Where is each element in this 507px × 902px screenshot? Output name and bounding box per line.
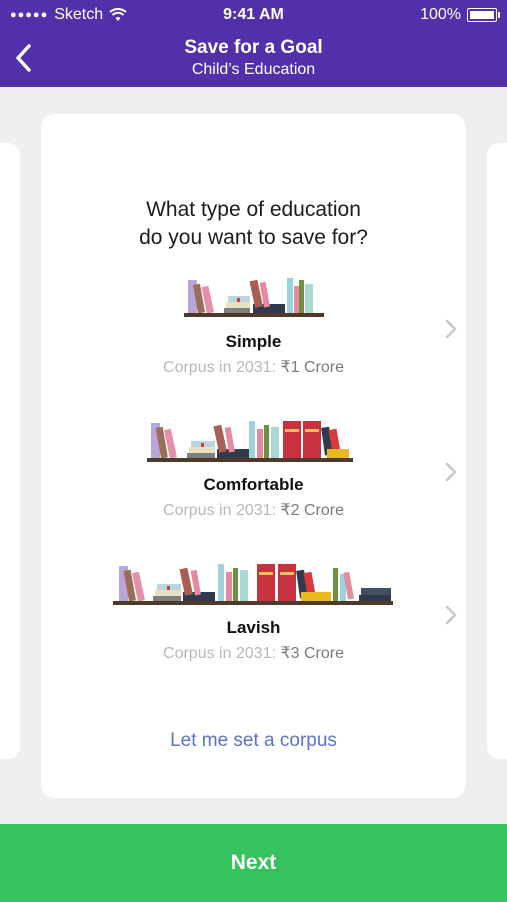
chevron-right-icon [445, 605, 457, 625]
option-corpus: Corpus in 2031: ₹2 Crore [41, 500, 466, 520]
option-corpus: Corpus in 2031: ₹1 Crore [41, 357, 466, 377]
corpus-value: ₹3 Crore [280, 645, 344, 662]
option-title: Comfortable [203, 475, 304, 494]
education-type-card: What type of education do you want to sa… [41, 114, 466, 798]
page-subtitle: Child’s Education [191, 61, 316, 78]
corpus-label: Corpus in 2031: [163, 645, 276, 662]
question-line-2: do you want to save for? [139, 226, 368, 249]
battery-percent: 100% [420, 6, 461, 23]
question-line-1: What type of education [146, 198, 361, 221]
battery-status: 100% [420, 6, 500, 24]
corpus-label: Corpus in 2031: [163, 359, 276, 376]
chevron-right-icon [445, 462, 457, 482]
nav-bar: Save for a Goal Child’s Education [0, 30, 507, 87]
corpus-value: ₹2 Crore [280, 502, 344, 519]
option-title: Simple [225, 332, 282, 351]
bookshelf-medium-icon [147, 421, 353, 462]
next-card[interactable] [487, 143, 507, 759]
previous-card[interactable] [0, 143, 20, 759]
bookshelf-large-icon [113, 564, 393, 605]
bookshelf-small-icon [184, 278, 324, 317]
option-simple[interactable]: Simple Corpus in 2031: ₹1 Crore [41, 272, 466, 392]
chevron-right-icon [445, 319, 457, 339]
question-heading: What type of education do you want to sa… [41, 196, 466, 252]
option-comfortable[interactable]: Comfortable Corpus in 2031: ₹2 Crore [41, 415, 466, 535]
option-lavish[interactable]: Lavish Corpus in 2031: ₹3 Crore [41, 558, 466, 678]
corpus-value: ₹1 Crore [280, 359, 344, 376]
corpus-label: Corpus in 2031: [163, 502, 276, 519]
option-corpus: Corpus in 2031: ₹3 Crore [41, 643, 466, 663]
page-title: Save for a Goal [184, 37, 323, 58]
option-title: Lavish [226, 618, 281, 637]
set-corpus-link[interactable]: Let me set a corpus [41, 730, 466, 752]
status-bar: ●●●●● Sketch 9:41 AM 100% [0, 0, 507, 30]
battery-icon [467, 8, 500, 22]
next-button[interactable]: Next [0, 824, 507, 902]
